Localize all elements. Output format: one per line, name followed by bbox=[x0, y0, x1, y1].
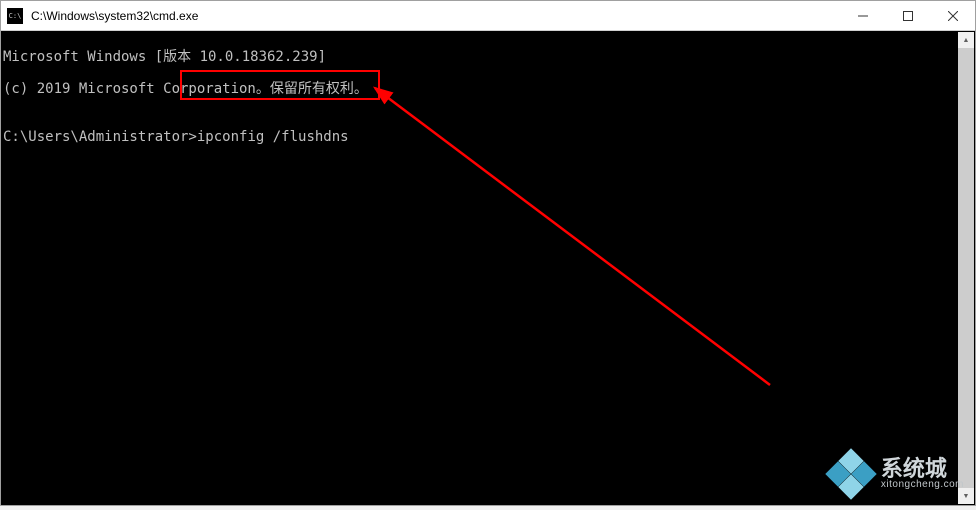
window-controls bbox=[840, 1, 975, 30]
scrollbar-thumb[interactable] bbox=[958, 48, 974, 488]
titlebar[interactable]: C:\ C:\Windows\system32\cmd.exe bbox=[1, 1, 975, 31]
terminal-command: ipconfig /flushdns bbox=[197, 129, 349, 145]
scroll-up-button[interactable]: ▲ bbox=[958, 32, 974, 48]
cmd-icon: C:\ bbox=[7, 8, 23, 24]
terminal-line-version: Microsoft Windows [版本 10.0.18362.239] bbox=[3, 49, 973, 65]
cmd-window: C:\ C:\Windows\system32\cmd.exe Microsof… bbox=[0, 0, 976, 506]
terminal-line-copyright: (c) 2019 Microsoft Corporation。保留所有权利。 bbox=[3, 81, 973, 97]
minimize-button[interactable] bbox=[840, 1, 885, 30]
maximize-button[interactable] bbox=[885, 1, 930, 30]
terminal-area[interactable]: Microsoft Windows [版本 10.0.18362.239] (c… bbox=[1, 31, 975, 505]
close-button[interactable] bbox=[930, 1, 975, 30]
scroll-down-button[interactable]: ▼ bbox=[958, 488, 974, 504]
terminal-prompt-line: C:\Users\Administrator>ipconfig /flushdn… bbox=[3, 129, 973, 145]
window-title: C:\Windows\system32\cmd.exe bbox=[29, 9, 840, 23]
terminal-prompt: C:\Users\Administrator> bbox=[3, 129, 197, 145]
vertical-scrollbar[interactable]: ▲ ▼ bbox=[958, 32, 974, 504]
